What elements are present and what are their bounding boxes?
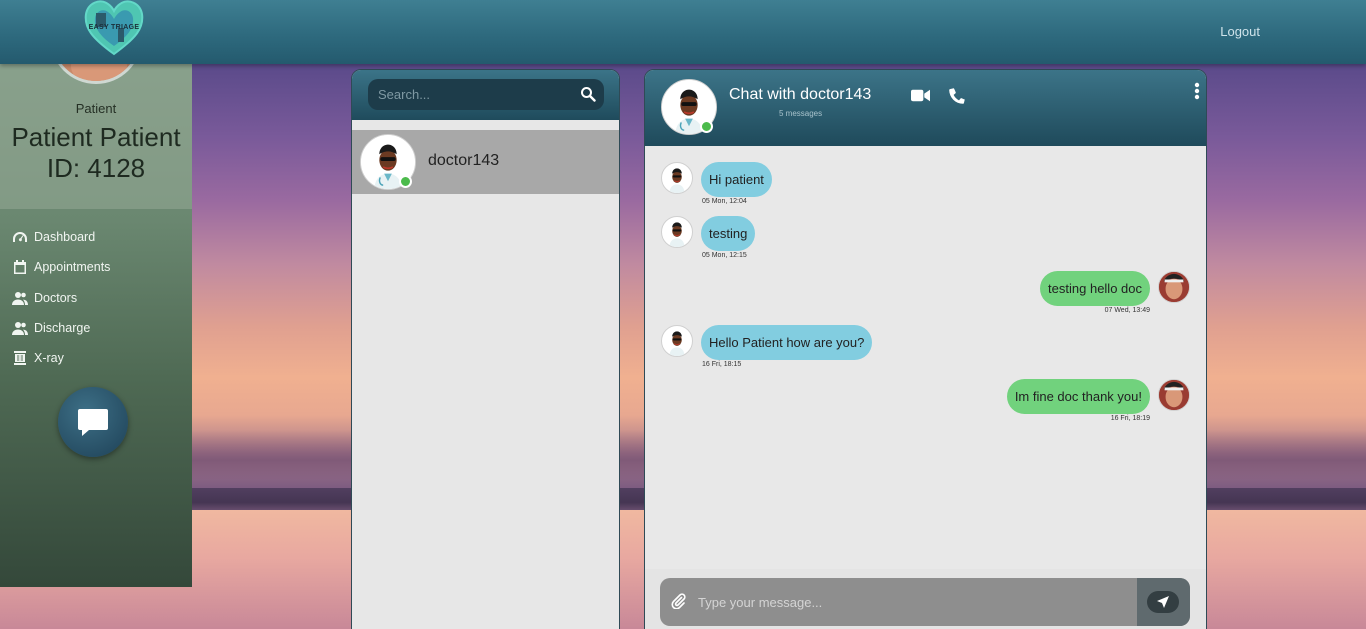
composer-box (660, 578, 1190, 626)
sidebar-item-label: Dashboard (34, 230, 96, 245)
gauge-icon (13, 232, 27, 243)
logo-text: EASY TRIAGE (88, 24, 140, 31)
sidebar-item-label: Appointments (34, 260, 111, 275)
contacts-header (352, 70, 619, 120)
message-timestamp: 16 Fri, 18:15 (702, 361, 742, 368)
online-status-dot (399, 175, 412, 188)
message-bubble-incoming[interactable]: Hello Patient how are you? (701, 325, 873, 360)
chat-partner-avatar[interactable] (661, 79, 717, 135)
user-id: ID: 4128 (46, 153, 146, 183)
user-role: Patient (75, 101, 117, 116)
chat-fab-button[interactable] (58, 387, 128, 457)
chat-header: Chat with doctor143 5 messages (645, 70, 1206, 146)
sidebar-nav: Dashboard Appointments Doctors Discharge… (0, 222, 192, 373)
message-input[interactable] (698, 590, 1128, 614)
sidebar-item-discharge[interactable]: Discharge (0, 313, 192, 343)
contacts-panel: doctor143 (351, 69, 620, 629)
message-count: 5 messages (779, 109, 823, 118)
doctor-message-avatar (661, 216, 693, 248)
video-call-icon[interactable] (911, 87, 930, 104)
patient-avatar-icon (1159, 380, 1189, 410)
user-name: Patient Patient ID: 4128 (0, 122, 192, 184)
logout-link[interactable]: Logout (1220, 24, 1260, 39)
online-status-dot (700, 120, 713, 133)
doctor-message-avatar (661, 325, 693, 357)
user-full-name: Patient Patient (11, 122, 181, 152)
profile-card: Patient Patient Patient ID: 4128 (0, 24, 192, 209)
message-timestamp: 07 Wed, 13:49 (1104, 307, 1150, 314)
users-icon (12, 322, 28, 336)
send-arrow-icon (1157, 596, 1169, 608)
patient-message-avatar (1158, 379, 1190, 411)
message-timestamp: 16 Fri, 18:19 (1110, 415, 1150, 422)
users-icon (12, 291, 28, 305)
sidebar-item-label: X-ray (34, 351, 64, 366)
sidebar-item-doctors[interactable]: Doctors (0, 283, 192, 313)
contact-avatar (360, 134, 416, 190)
top-header: EASY TRIAGE Logout (0, 0, 1366, 64)
sidebar-item-label: Doctors (34, 290, 78, 305)
chat-panel: Chat with doctor143 5 messages Hi patien… (644, 69, 1207, 629)
doctor-avatar-icon (669, 331, 685, 356)
send-button-pill (1147, 591, 1179, 613)
chat-title: Chat with doctor143 (729, 86, 872, 103)
message-bubble-outgoing[interactable]: Im fine doc thank you! (1006, 379, 1150, 414)
calendar-icon (14, 260, 26, 275)
app-logo[interactable]: EASY TRIAGE (82, 0, 146, 56)
paperclip-icon[interactable] (670, 593, 686, 609)
doctor-avatar-icon (669, 168, 685, 193)
doctor-message-avatar (661, 162, 693, 194)
patient-message-avatar (1158, 271, 1190, 303)
search-icon[interactable] (580, 86, 596, 102)
contact-name: doctor143 (428, 152, 500, 169)
message-bubble-incoming[interactable]: Hi patient (701, 162, 772, 197)
chat-bubble-icon (78, 409, 108, 436)
sidebar-item-xray[interactable]: X-ray (0, 343, 192, 373)
more-options-icon[interactable] (1194, 82, 1200, 100)
phone-call-icon[interactable] (948, 87, 967, 104)
message-bubble-outgoing[interactable]: testing hello doc (1040, 271, 1150, 306)
patient-avatar-icon (1159, 272, 1189, 302)
sidebar-item-label: Discharge (34, 321, 91, 336)
xray-icon (14, 351, 26, 366)
message-composer (645, 569, 1206, 629)
search-input[interactable] (368, 79, 604, 110)
sidebar-item-appointments[interactable]: Appointments (0, 252, 192, 282)
message-timestamp: 05 Mon, 12:15 (702, 252, 747, 259)
doctor-avatar-icon (669, 222, 685, 247)
message-timestamp: 05 Mon, 12:04 (702, 198, 747, 205)
contact-item-doctor143[interactable]: doctor143 (352, 130, 619, 194)
message-bubble-incoming[interactable]: testing (701, 216, 756, 251)
sidebar: Patient Patient Patient ID: 4128 Dashboa… (0, 24, 192, 587)
sidebar-item-dashboard[interactable]: Dashboard (0, 222, 192, 252)
send-button[interactable] (1137, 578, 1190, 626)
